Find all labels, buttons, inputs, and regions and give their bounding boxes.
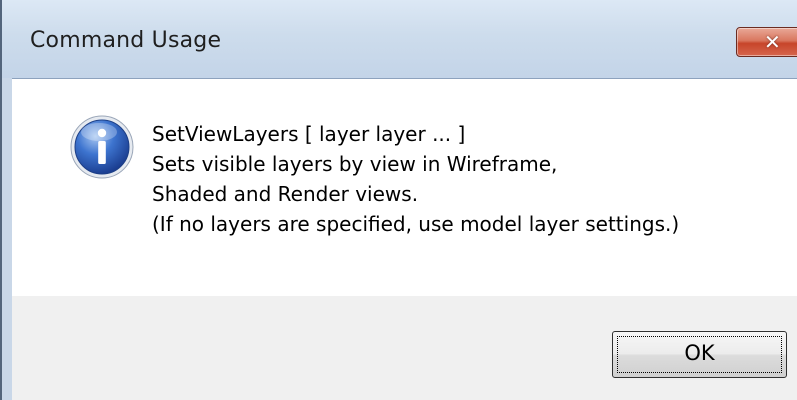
message-area: SetViewLayers [ layer layer ... ] Sets v… — [12, 78, 797, 297]
message-line-2: Sets visible layers by view in Wireframe… — [152, 152, 558, 176]
command-usage-dialog: Command Usage ✕ SetViewLayers [ layer la… — [0, 0, 797, 400]
title-bar[interactable]: Command Usage ✕ — [2, 0, 797, 78]
message-line-3: Shaded and Render views. — [152, 182, 419, 206]
dialog-title: Command Usage — [30, 28, 222, 53]
close-icon: ✕ — [764, 30, 781, 54]
close-button[interactable]: ✕ — [736, 27, 797, 57]
message-line-4: (If no layers are specified, use model l… — [152, 212, 680, 236]
ok-button-label: OK — [684, 341, 715, 365]
button-bar: OK — [12, 296, 797, 400]
info-icon — [70, 115, 134, 179]
message-line-1: SetViewLayers [ layer layer ... ] — [152, 122, 466, 146]
ok-button[interactable]: OK — [612, 331, 787, 378]
